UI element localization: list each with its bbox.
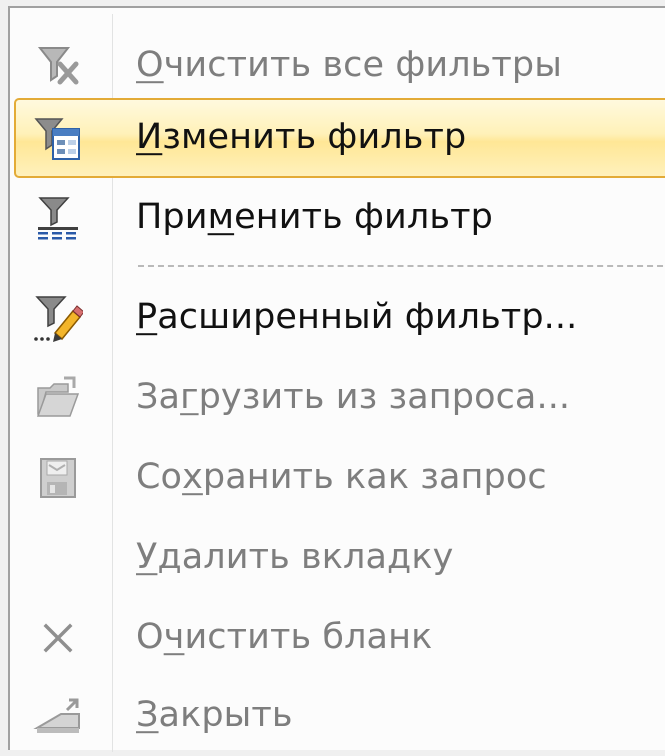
menu-item-advanced-filter[interactable]: Расширенный фильтр... xyxy=(10,278,665,358)
menu-item-save-as-query[interactable]: Сохранить как запрос xyxy=(10,438,665,518)
menu-separator xyxy=(138,265,665,267)
menu-item-apply-filter[interactable]: Применить фильтр xyxy=(10,178,665,258)
folder-open-icon xyxy=(32,372,84,424)
save-disk-icon xyxy=(32,452,84,504)
menu-item-change-filter[interactable]: Изменить фильтр xyxy=(10,98,665,178)
funnel-apply-icon xyxy=(32,192,84,244)
menu-item-close[interactable]: Закрыть xyxy=(10,676,665,756)
close-x-icon xyxy=(32,612,84,664)
menu-item-delete-tab[interactable]: Удалить вкладку xyxy=(10,518,665,598)
funnel-pencil-icon xyxy=(32,292,84,344)
close-window-icon xyxy=(32,690,84,742)
filter-context-menu: Очистить все фильтры Изменить фильтр При… xyxy=(8,6,665,752)
menu-item-clear-all-filters[interactable]: Очистить все фильтры xyxy=(10,26,665,106)
funnel-clear-icon xyxy=(32,40,84,92)
menu-item-clear-grid[interactable]: Очистить бланк xyxy=(10,598,665,678)
menu-item-load-from-query[interactable]: Загрузить из запроса... xyxy=(10,358,665,438)
funnel-form-icon xyxy=(32,112,84,164)
